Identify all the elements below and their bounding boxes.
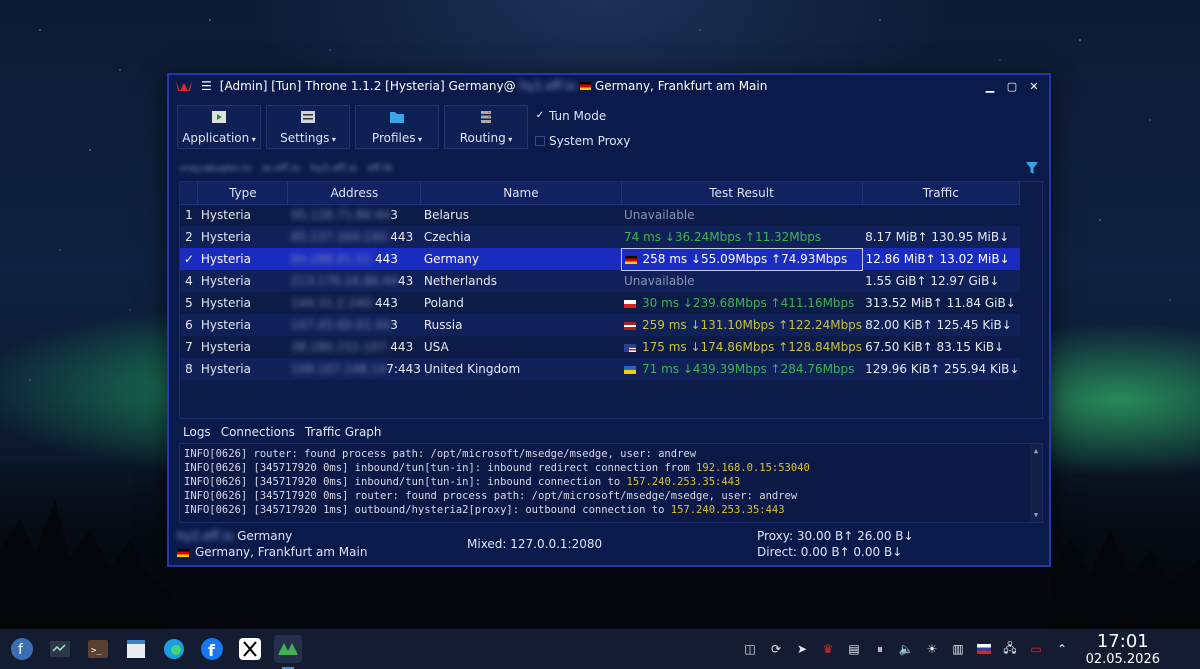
terminal-icon[interactable]: >_ (84, 635, 112, 663)
application-icon (212, 111, 226, 123)
system-proxy-checkbox[interactable]: System Proxy (535, 134, 630, 148)
svg-text:f: f (208, 641, 216, 660)
log-line: INFO[0626] [345717920 0ms] inbound/tun[t… (184, 462, 810, 474)
profiles-folder-icon (390, 112, 404, 123)
scroll-up-icon[interactable]: ▲ (1034, 444, 1038, 458)
taskbar: f >_ f ◫ ⟳ ➤ ♛ ▤ ⏸ 🔈 ☀ ▥ 🖧 ▭ ⌃ 17:01 02.… (0, 629, 1200, 669)
tab-connections[interactable]: Connections (221, 425, 295, 439)
edge-browser-icon[interactable] (160, 635, 188, 663)
system-monitor-icon[interactable] (46, 635, 74, 663)
keyboard-layout-flag-icon[interactable] (976, 641, 992, 657)
throne-tray-icon[interactable]: ♛ (820, 641, 836, 657)
germany-flag-icon (579, 82, 591, 90)
volume-icon[interactable]: 🔈 (898, 641, 914, 657)
maximize-icon[interactable]: ▢ (1003, 78, 1021, 94)
svg-text:>_: >_ (91, 646, 102, 656)
tray-sync-icon[interactable]: ⟳ (768, 641, 784, 657)
log-line: INFO[0626] [345717920 0ms] inbound/tun[t… (184, 476, 741, 488)
column-header-test-result[interactable]: Test Result (621, 182, 863, 205)
battery-icon[interactable]: ▭ (1028, 641, 1044, 657)
latvia-flag-icon (624, 321, 636, 330)
column-header-address[interactable]: Address (287, 182, 422, 205)
column-header-name[interactable]: Name (420, 182, 622, 205)
table-row[interactable]: 2 Hysteria 85.137.164.140:443 Czechia 74… (180, 226, 1020, 248)
table-row[interactable]: 8 Hysteria 109.107.148.147:443 United Ki… (180, 358, 1020, 380)
media-pause-icon[interactable]: ⏸ (872, 641, 888, 657)
table-row[interactable]: 7 Hysteria 38.180.152.107:443 USA 175 ms… (180, 336, 1020, 358)
table-row[interactable]: 4 Hysteria 213.176.16.86:4443 Netherland… (180, 270, 1020, 292)
tun-mode-checkbox[interactable]: ✓ Tun Mode (535, 109, 630, 123)
column-header-type[interactable]: Type (197, 182, 289, 205)
group-tab[interactable]: vray.abupto.ru (179, 163, 251, 174)
log-scrollbar[interactable]: ▲ ▼ (1030, 444, 1042, 522)
filter-icon[interactable] (1025, 161, 1039, 175)
germany-flag-icon (624, 255, 637, 264)
telegram-icon[interactable]: ➤ (794, 641, 810, 657)
group-tab[interactable]: eff.tk (367, 163, 393, 174)
log-line: INFO[0626] [345717920 0ms] router: found… (184, 490, 798, 502)
germany-flag-icon (177, 548, 189, 557)
log-output[interactable]: INFO[0626] router: found process path: /… (179, 443, 1043, 523)
direct-speed-label: Direct: 0.00 B↑ 0.00 B↓ (757, 545, 903, 559)
tray-app-icon[interactable]: ◫ (742, 641, 758, 657)
active-checkmark-icon: ✓ (180, 248, 198, 270)
proxy-speed-label: Proxy: 30.00 B↑ 26.00 B↓ (757, 529, 914, 543)
minimize-icon[interactable]: ▁ (981, 78, 999, 94)
clipboard-icon[interactable]: ▤ (846, 641, 862, 657)
usa-flag-icon (624, 343, 636, 352)
table-row[interactable]: 1 Hysteria 95.128.71.86:443 Belarus Unav… (180, 204, 1020, 226)
routing-button[interactable]: Routing (444, 105, 528, 149)
system-tray: ◫ ⟳ ➤ ♛ ▤ ⏸ 🔈 ☀ ▥ 🖧 ▭ ⌃ (742, 641, 1070, 657)
settings-button[interactable]: Settings (266, 105, 350, 149)
poland-flag-icon (624, 299, 636, 308)
table-row[interactable]: 6 Hysteria 147.45.60.61:443 Russia 259 m… (180, 314, 1020, 336)
x-twitter-icon[interactable] (236, 635, 264, 663)
main-window: ☰ [Admin] [Tun] Throne 1.1.2 [Hysteria] … (167, 73, 1051, 567)
tray-expand-icon[interactable]: ⌃ (1054, 641, 1070, 657)
network-icon[interactable]: 🖧 (1002, 641, 1018, 657)
brightness-icon[interactable]: ☀ (924, 641, 940, 657)
mixed-port-label: Mixed: 127.0.0.1:2080 (467, 537, 603, 551)
row-number-header (180, 182, 199, 205)
throne-logo-icon (176, 81, 192, 91)
bottom-tabs: Logs Connections Traffic Graph (183, 425, 382, 439)
device-icon[interactable]: ▥ (950, 641, 966, 657)
window-title: [Admin] [Tun] Throne 1.1.2 [Hysteria] Ge… (219, 79, 768, 93)
hamburger-menu-icon[interactable]: ☰ (201, 79, 212, 93)
close-icon[interactable]: ✕ (1025, 78, 1043, 94)
facebook-icon[interactable]: f (198, 635, 226, 663)
table-row-selected[interactable]: ✓ Hysteria 84.188.91.51:443 Germany 258 … (180, 247, 1020, 271)
scroll-down-icon[interactable]: ▼ (1034, 508, 1038, 522)
checkmark-icon: ✓ (535, 110, 545, 121)
routing-server-icon (481, 111, 491, 123)
fedora-launcher-icon[interactable]: f (8, 635, 36, 663)
clock[interactable]: 17:01 02.05.2026 (1086, 631, 1160, 667)
tab-logs[interactable]: Logs (183, 425, 211, 439)
log-line: INFO[0626] [345717920 1ms] outbound/hyst… (184, 504, 785, 516)
log-line: INFO[0626] router: found process path: /… (184, 448, 697, 460)
tab-traffic-graph[interactable]: Traffic Graph (305, 425, 382, 439)
unchecked-box-icon (535, 136, 545, 146)
profiles-button[interactable]: Profiles (355, 105, 439, 149)
file-manager-icon[interactable] (122, 635, 150, 663)
group-tab[interactable]: ss.eff.io (261, 163, 300, 174)
profiles-table: Type Address Name Test Result Traffic 1 … (179, 181, 1043, 419)
group-tabs-bar: vray.abupto.ru ss.eff.io hy2.eff.io eff.… (179, 157, 1039, 179)
settings-icon (301, 111, 315, 123)
group-tab[interactable]: hy2.eff.io (310, 163, 357, 174)
status-bar: hy2.eff.io Germany Germany, Frankfurt am… (177, 529, 914, 559)
column-header-traffic[interactable]: Traffic (862, 182, 1021, 205)
throne-app-icon[interactable] (274, 635, 302, 669)
ukraine-flag-icon (624, 365, 636, 374)
application-button[interactable]: Application (177, 105, 261, 149)
title-bar[interactable]: ☰ [Admin] [Tun] Throne 1.1.2 [Hysteria] … (169, 75, 1049, 97)
table-row[interactable]: 5 Hysteria 144.31.2.240:443 Poland 30 ms… (180, 292, 1020, 314)
